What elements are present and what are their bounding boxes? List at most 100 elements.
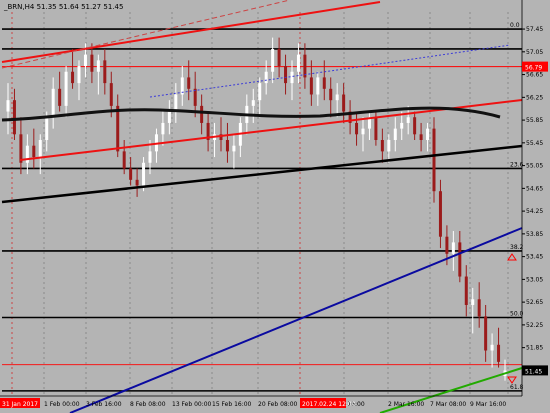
candle-body [264, 71, 268, 84]
candle-body [296, 54, 300, 72]
candle-body [167, 111, 171, 123]
price-axis-label: 52.25 [526, 322, 543, 329]
candle-body [116, 105, 120, 152]
candle-body [374, 117, 378, 140]
price-axis-label: 53.05 [526, 276, 543, 283]
time-axis-label: 9 Mar 16:00 [470, 401, 506, 408]
candle-body [96, 60, 100, 72]
candle-body [361, 128, 365, 135]
price-axis-label: 53.45 [526, 254, 543, 261]
candle-body [426, 128, 430, 140]
candle-body [490, 344, 494, 351]
candle-body [464, 276, 468, 305]
time-axis-label: 2 Mar 16:00 [388, 401, 424, 408]
time-axis-label: 13 Feb 00:00 [172, 401, 212, 408]
candle-body [400, 122, 404, 129]
candle-body [200, 105, 204, 123]
candle-body [83, 54, 87, 67]
candle-body [432, 128, 436, 192]
price-axis-label: 56.65 [526, 72, 543, 79]
candle-body [271, 48, 275, 72]
candle-body [284, 66, 288, 84]
fib-level-label: 23.6 [510, 161, 524, 168]
time-axis-label: 8 Feb 08:00 [130, 401, 166, 408]
price-axis-label: 54.25 [526, 208, 543, 215]
candle-body [277, 48, 281, 67]
candle-body [477, 299, 481, 317]
current-price-label: 51.45 [525, 368, 542, 375]
candle-body [6, 100, 10, 112]
candle-body [290, 71, 294, 84]
price-axis-label: 55.85 [526, 117, 543, 124]
price-axis-label: 56.25 [526, 94, 543, 101]
candle-body [251, 100, 255, 106]
candle-body [329, 88, 333, 101]
fib-level-label: 38.2 [510, 244, 524, 251]
price-axis-label: 53.85 [526, 231, 543, 238]
candle-body [445, 236, 449, 254]
candle-body [122, 151, 126, 169]
fib-level-label: 61.8 [510, 384, 524, 391]
fib-level-label: 50.0 [510, 310, 524, 317]
candle-body [419, 134, 423, 140]
fib-level-label: 0.0 [510, 22, 520, 29]
price-axis-label: 55.05 [526, 163, 543, 170]
candle-body [19, 134, 23, 163]
candle-body [32, 145, 36, 158]
price-axis-label: 55.45 [526, 140, 543, 147]
candle-body [142, 162, 146, 186]
candle-body [187, 77, 191, 89]
candle-body [335, 94, 339, 101]
red-price-label: 56.79 [525, 65, 542, 72]
price-axis-label: 52.65 [526, 299, 543, 306]
candle-body [109, 83, 113, 106]
time-axis-label: 1 Feb 00:00 [44, 401, 80, 408]
candle-body [342, 94, 346, 112]
candle-body [316, 77, 320, 95]
candle-body [484, 316, 488, 351]
price-axis-label: 54.65 [526, 185, 543, 192]
candle-body [413, 117, 417, 135]
candle-body [12, 100, 16, 135]
candle-body [497, 344, 501, 362]
candle-body [322, 77, 326, 89]
chart-background [0, 0, 550, 413]
candle-body [45, 117, 49, 140]
time-axis-label: 20 Feb 08:00 [258, 401, 298, 408]
candle-body [58, 88, 62, 106]
candle-body [438, 191, 442, 237]
candle-body [451, 242, 455, 254]
price-chart[interactable]: 0.0 23.6 38.2 50.0 61.8 57.45 57.05 56.65 56.25… [0, 0, 550, 413]
candle-body [103, 60, 107, 84]
candle-body [258, 83, 262, 101]
candle-body [148, 151, 152, 163]
time-axis-label: 7 Mar 08:00 [430, 401, 466, 408]
candle-body [458, 242, 462, 277]
price-axis-label: 57.45 [526, 26, 543, 33]
candle-body [51, 88, 55, 118]
candle-body [64, 71, 68, 106]
candle-body [193, 88, 197, 106]
candle-body [161, 122, 165, 135]
time-axis-label: 31 Jan 2017 [2, 401, 38, 408]
candle-body [90, 54, 94, 72]
candle-body [232, 145, 236, 152]
candle-body [225, 140, 229, 152]
candle-body [387, 140, 391, 152]
candle-body [71, 71, 75, 84]
candle-body [174, 94, 178, 112]
price-axis-label: 57.05 [526, 49, 543, 56]
candle-body [355, 122, 359, 135]
price-axis-label: 51.85 [526, 345, 543, 352]
symbol-info: _BRN,H4 51.35 51.64 51.27 51.45 [3, 3, 123, 11]
candle-body [309, 77, 313, 95]
time-marker-label: 2017.02.24 12:00 [302, 401, 356, 408]
candle-body [135, 179, 139, 186]
candle-body [406, 117, 410, 123]
candle-body [393, 128, 397, 140]
candle-body [129, 168, 133, 180]
time-axis-label: 15 Feb 16:00 [212, 401, 252, 408]
candle-body [380, 140, 384, 152]
candle-body [38, 140, 42, 158]
candle-body [471, 299, 475, 305]
